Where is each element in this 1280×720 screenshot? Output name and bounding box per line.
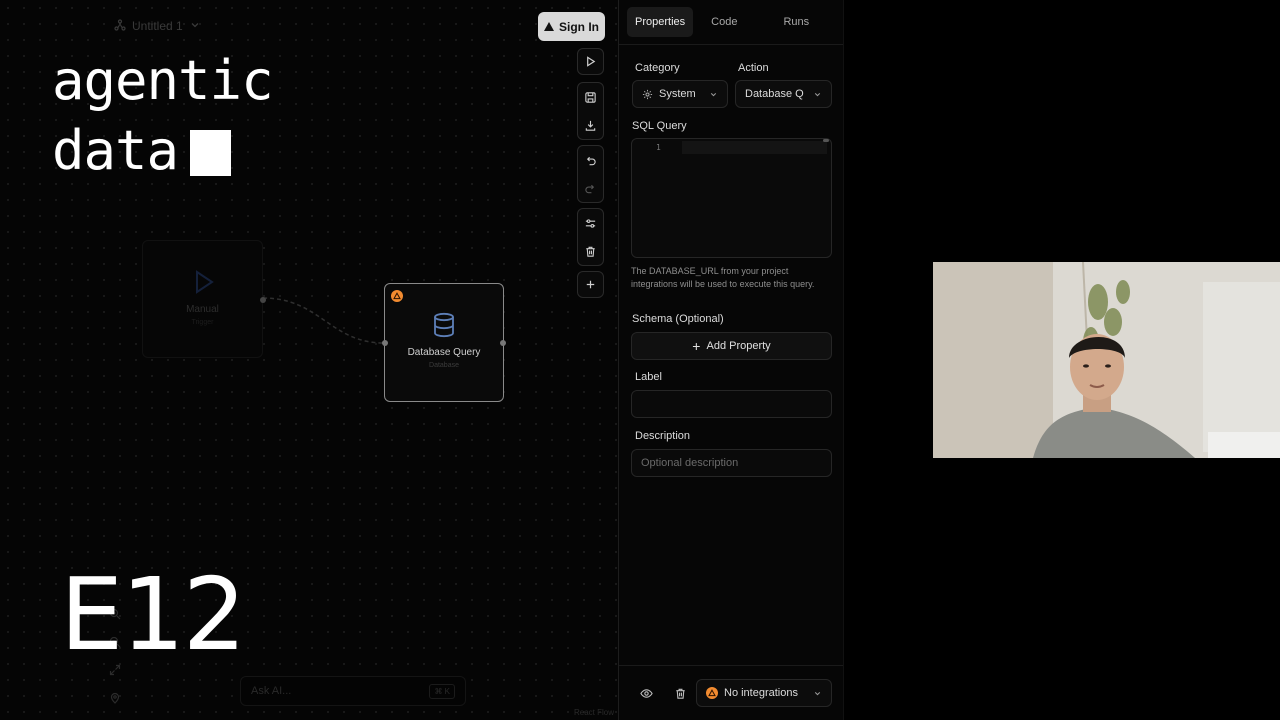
chevron-down-icon	[709, 90, 718, 99]
play-icon	[195, 270, 214, 294]
tabs-divider	[619, 44, 843, 45]
chevron-down-icon	[813, 90, 822, 99]
edit-toolbar	[577, 208, 604, 266]
redo-icon	[585, 184, 595, 193]
cursor-block-icon	[190, 130, 232, 176]
webcam-presenter-video	[933, 262, 1280, 458]
node-title: Manual	[186, 304, 219, 315]
category-label: Category	[635, 62, 680, 74]
input-handle[interactable]	[381, 340, 388, 346]
category-select[interactable]: System	[632, 80, 728, 108]
trash-icon	[675, 688, 685, 699]
episode-number: E12	[60, 556, 246, 673]
map-pin-icon	[110, 692, 120, 704]
description-input[interactable]	[631, 449, 832, 477]
keyboard-shortcut: ⌘ K	[429, 683, 455, 699]
warning-icon	[706, 687, 718, 699]
trash-icon	[586, 246, 595, 257]
node-title: Database Query	[407, 347, 481, 358]
sliders-icon	[585, 218, 596, 228]
output-handle[interactable]	[500, 340, 506, 346]
plus-icon	[586, 280, 595, 289]
project-switcher[interactable]: Untitled 1	[106, 14, 209, 38]
gear-icon	[642, 89, 653, 100]
workflow-icon	[114, 18, 126, 34]
visibility-toggle-button[interactable]	[637, 684, 655, 702]
plus-icon: +	[692, 338, 701, 354]
warning-badge	[391, 290, 403, 302]
output-handle[interactable]	[260, 297, 266, 303]
warning-icon	[393, 292, 401, 300]
sign-in-label: Sign In	[559, 19, 599, 34]
tab-code[interactable]: Code	[703, 7, 745, 37]
action-label: Action	[738, 62, 769, 74]
line-number: 1	[656, 143, 661, 152]
node-subtitle: Database	[429, 362, 459, 369]
redo-button[interactable]	[578, 174, 603, 202]
brand-logo: agentic data	[52, 46, 274, 186]
project-name: Untitled 1	[132, 19, 183, 33]
add-node-button[interactable]	[577, 271, 604, 298]
run-button[interactable]	[577, 48, 604, 75]
brand-line-2: data	[52, 119, 179, 182]
database-icon	[434, 312, 454, 338]
download-button[interactable]	[578, 111, 603, 139]
integrations-value: No integrations	[724, 687, 798, 699]
brand-line-1: agentic	[52, 49, 274, 112]
category-value: System	[659, 88, 696, 100]
ask-ai-input[interactable]: Ask AI... ⌘ K	[240, 676, 466, 706]
integrations-select[interactable]: No integrations	[696, 679, 832, 707]
eye-icon	[639, 688, 653, 698]
manual-trigger-node[interactable]: Manual Trigger	[142, 240, 266, 358]
action-select[interactable]: Database Q	[735, 80, 832, 108]
settings-button[interactable]	[578, 209, 603, 237]
schema-label: Schema (Optional)	[632, 313, 724, 325]
file-toolbar	[577, 82, 604, 140]
undo-button[interactable]	[578, 146, 603, 174]
sql-query-editor[interactable]: 1	[631, 138, 832, 258]
download-icon	[585, 120, 596, 131]
ask-ai-placeholder: Ask AI...	[251, 685, 292, 697]
save-icon	[585, 91, 596, 103]
triangle-logo-icon	[544, 22, 554, 31]
description-field-label: Description	[635, 430, 691, 442]
panel-tabs: Properties Code Runs	[627, 7, 817, 37]
footer-divider	[619, 665, 843, 666]
sign-in-button[interactable]: Sign In	[538, 12, 605, 41]
add-property-label: Add Property	[706, 340, 771, 352]
undo-icon	[586, 156, 596, 165]
action-value: Database Q	[745, 88, 804, 100]
delete-button[interactable]	[671, 684, 689, 702]
sql-query-label: SQL Query	[632, 120, 687, 132]
editor-scrollbar[interactable]	[823, 139, 829, 142]
label-input[interactable]	[631, 390, 832, 418]
database-query-node[interactable]: Database Query Database	[381, 283, 506, 402]
save-button[interactable]	[578, 83, 603, 111]
add-property-button[interactable]: + Add Property	[631, 332, 832, 360]
history-toolbar	[577, 145, 604, 203]
tab-runs[interactable]: Runs	[775, 7, 817, 37]
presenter-video-frame	[933, 262, 1280, 458]
properties-panel: Properties Code Runs Category System Act…	[618, 0, 844, 720]
play-icon	[587, 56, 596, 67]
label-field-label: Label	[635, 371, 662, 383]
database-url-help-text: The DATABASE_URL from your project integ…	[631, 266, 815, 289]
delete-node-button[interactable]	[578, 237, 603, 265]
chevron-down-icon	[813, 689, 822, 698]
react-flow-attribution[interactable]: React Flow	[574, 708, 614, 717]
active-line-highlight	[682, 141, 827, 154]
chevron-down-icon	[189, 19, 201, 34]
minimap-toggle-button[interactable]	[106, 684, 124, 712]
tab-properties[interactable]: Properties	[627, 7, 694, 37]
node-subtitle: Trigger	[191, 319, 214, 326]
